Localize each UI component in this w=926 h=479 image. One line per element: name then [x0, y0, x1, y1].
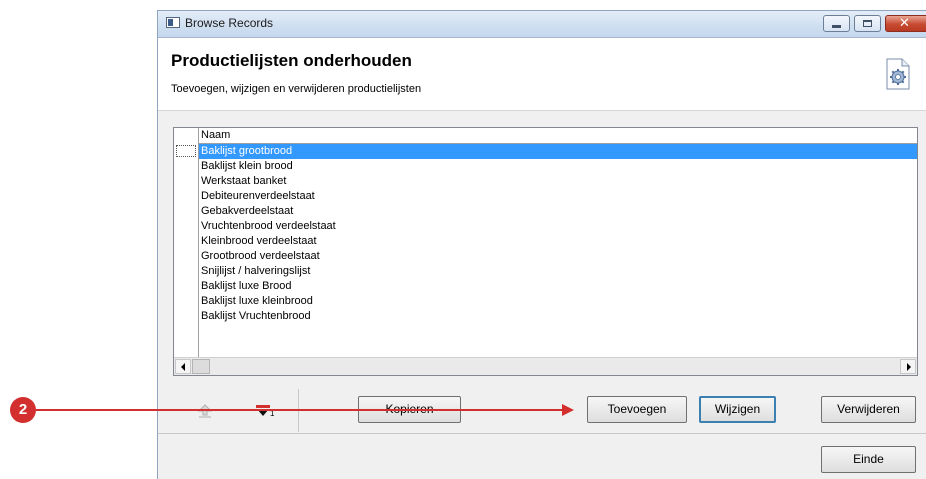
column-header-naam[interactable]: Naam [199, 128, 917, 144]
table-row[interactable]: Debiteurenverdeelstaat [199, 189, 917, 204]
table-row[interactable]: Baklijst luxe Brood [199, 279, 917, 294]
settings-document-icon [886, 58, 910, 90]
table-row[interactable]: Baklijst klein brood [199, 159, 917, 174]
annotation-arrow-line [36, 409, 566, 411]
maximize-button[interactable] [854, 15, 881, 32]
table-row[interactable]: Snijlijst / halveringslijst [199, 264, 917, 279]
current-row-indicator [176, 145, 196, 157]
add-button[interactable]: Toevoegen [587, 396, 687, 423]
scrollbar-thumb[interactable] [192, 359, 210, 374]
table-row[interactable]: Baklijst Vruchtenbrood [199, 309, 917, 324]
move-up-icon[interactable] [198, 404, 212, 418]
footer-divider [158, 433, 926, 434]
window-icon [166, 17, 180, 28]
grid-rows: Baklijst grootbrood Baklijst klein brood W… [199, 144, 917, 324]
close-icon: ✕ [899, 16, 910, 31]
close-button[interactable]: ✕ [885, 15, 926, 32]
table-row[interactable]: Baklijst luxe kleinbrood [199, 294, 917, 309]
window-title: Browse Records [185, 16, 274, 30]
table-row[interactable]: Vruchtenbrood verdeelstaat [199, 219, 917, 234]
column-header-label: Naam [201, 129, 231, 141]
delete-button[interactable]: Verwijderen [821, 396, 916, 423]
page-title: Productielijsten onderhouden [171, 51, 412, 70]
table-row[interactable]: Baklijst grootbrood [199, 144, 917, 159]
records-grid[interactable]: Naam Baklijst grootbrood Baklijst klein b… [173, 127, 918, 376]
annotation-arrowhead-icon [562, 404, 574, 416]
table-row[interactable]: Kleinbrood verdeelstaat [199, 234, 917, 249]
end-button[interactable]: Einde [821, 446, 916, 473]
minimize-button[interactable] [823, 15, 850, 32]
table-row[interactable]: Gebakverdeelstaat [199, 204, 917, 219]
header-panel: Productielijsten onderhouden Toevoegen, … [158, 38, 926, 111]
horizontal-scrollbar[interactable] [174, 357, 917, 375]
scroll-left-icon[interactable] [175, 359, 191, 374]
step-badge: 2 [10, 397, 36, 423]
table-row[interactable]: Werkstaat banket [199, 174, 917, 189]
title-bar[interactable]: Browse Records ✕ [158, 11, 926, 38]
sort-down-icon[interactable]: 1 [256, 403, 276, 419]
edit-button[interactable]: Wijzigen [699, 396, 776, 423]
scroll-right-icon[interactable] [900, 359, 916, 374]
row-header-column[interactable] [174, 128, 199, 358]
table-row[interactable]: Grootbrood verdeelstaat [199, 249, 917, 264]
page-subtitle: Toevoegen, wijzigen en verwijderen produ… [171, 83, 422, 95]
